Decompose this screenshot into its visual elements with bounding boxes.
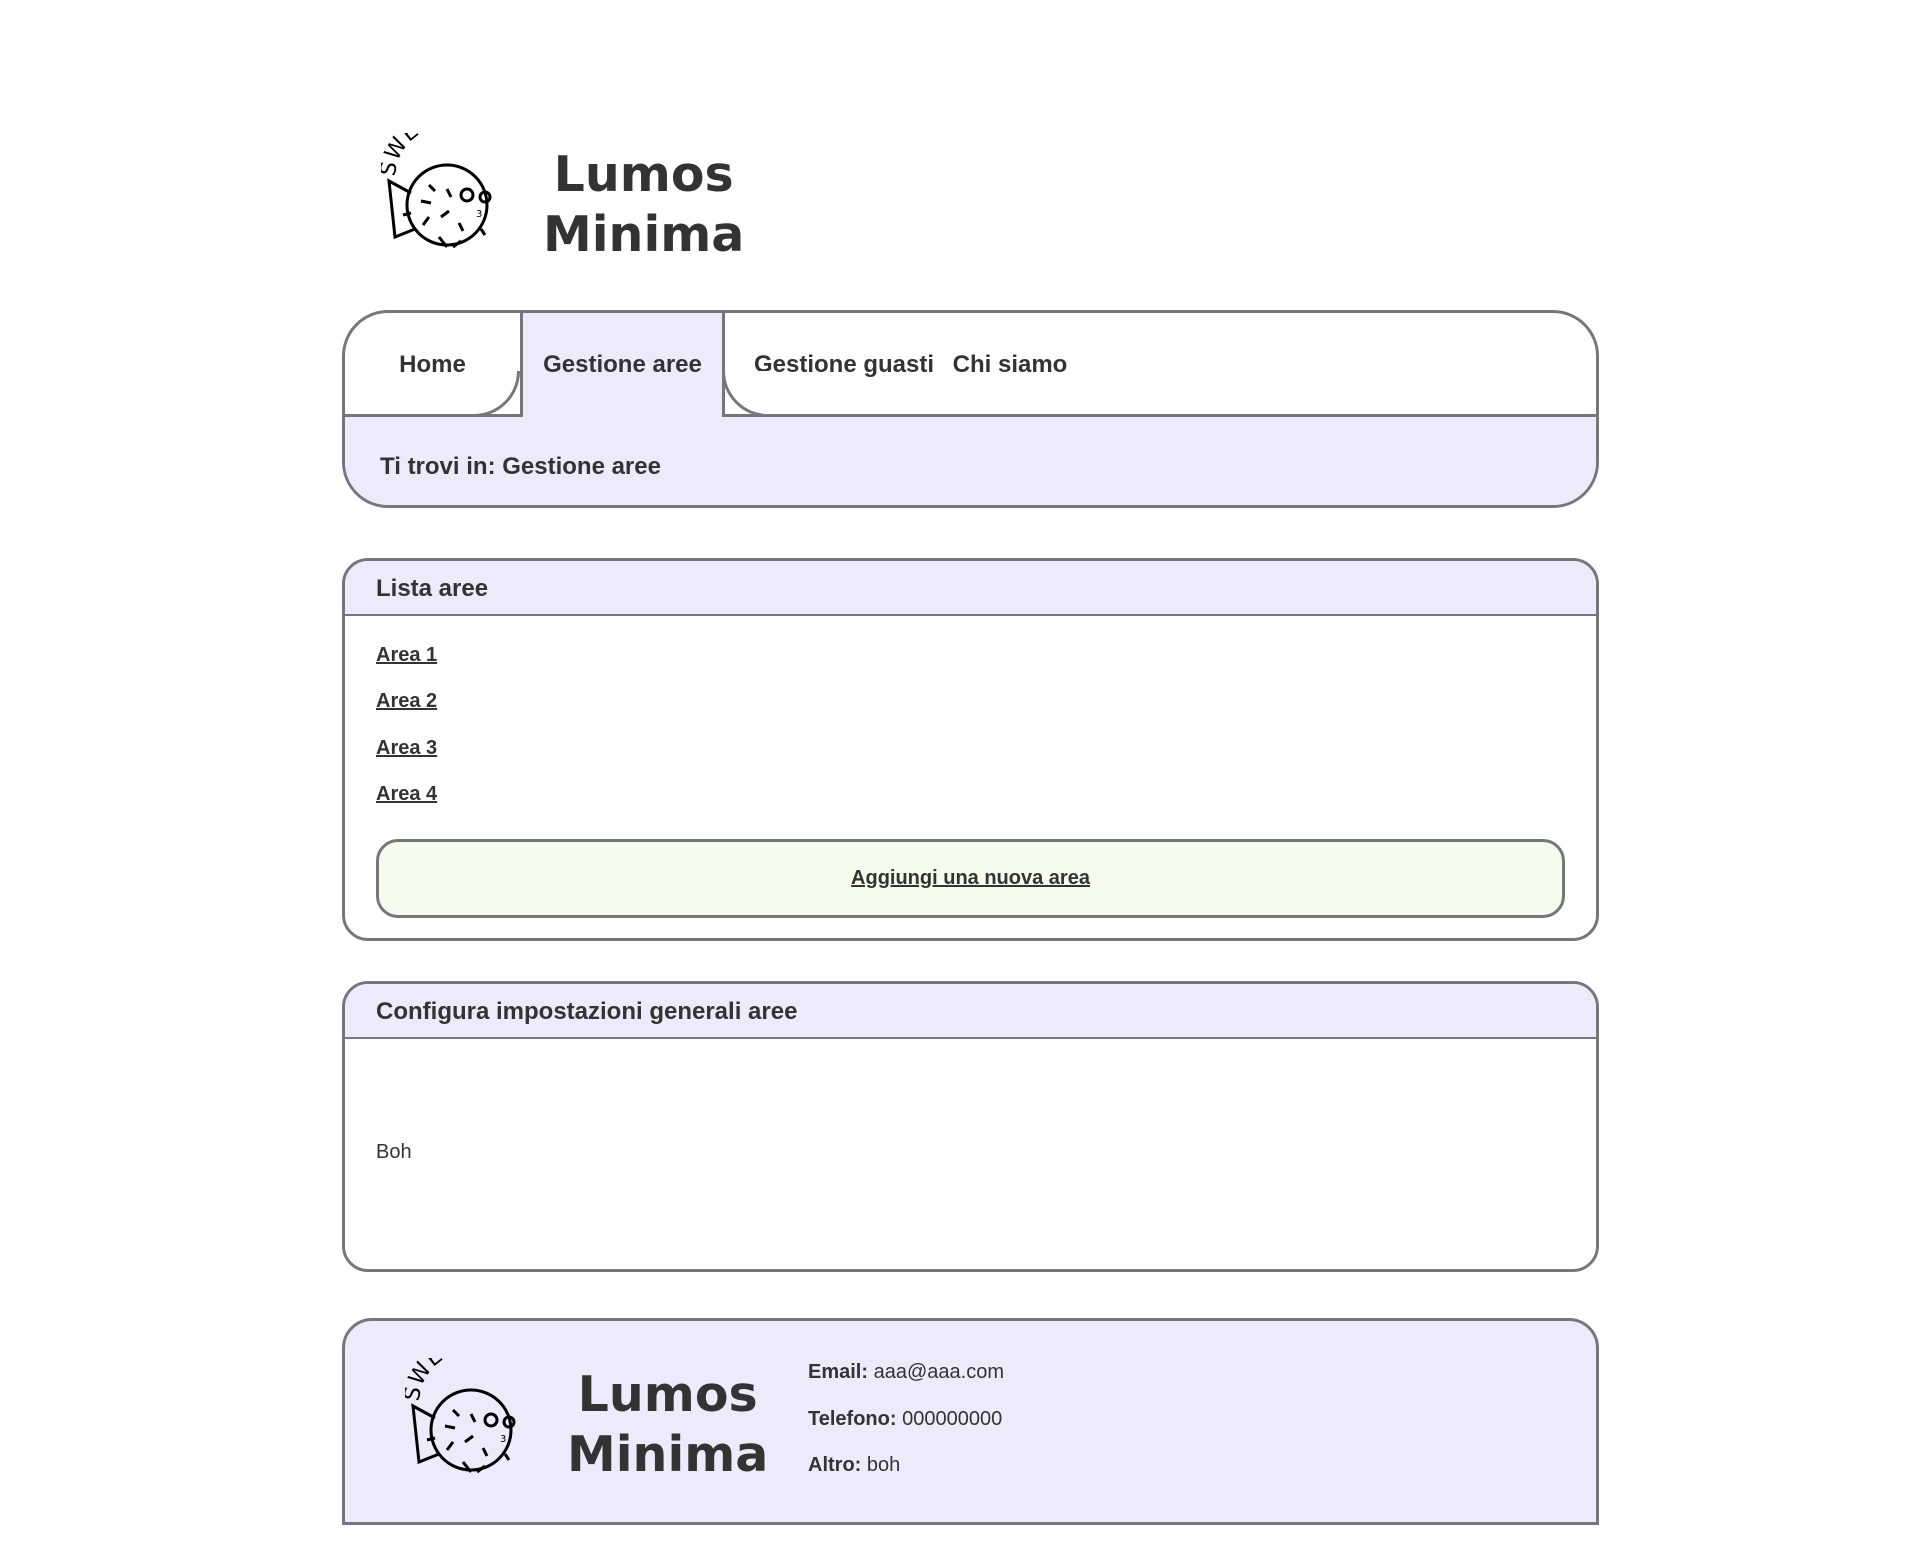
area-link-4[interactable]: Area 4 <box>376 783 437 806</box>
phone-label: Telefono: <box>808 1408 897 1430</box>
other-label: Altro: <box>808 1454 862 1476</box>
email-value: aaa@aaa.com <box>873 1361 1004 1383</box>
breadcrumb-bar: Ti trovi in: Gestione aree <box>345 414 1596 505</box>
footer-other: Altro: boh <box>808 1454 900 1477</box>
footer-email: Email: aaa@aaa.com <box>808 1361 1004 1384</box>
other-value: boh <box>866 1454 901 1476</box>
site-header: SWEFISH 3 Lumos Minima <box>381 133 1081 263</box>
footer-brand-line-2: Minima <box>567 1426 769 1483</box>
site-footer: SWEFISH 3 Lumos Minima Email: aaa@aaa.co… <box>342 1318 1599 1525</box>
config-body-text: Boh <box>376 1141 412 1163</box>
breadcrumb: Ti trovi in: Gestione aree <box>380 453 661 480</box>
tab-corner-right <box>722 371 768 417</box>
nav-tab-bar: Home Gestione aree Gestione guasti Chi s… <box>345 313 1596 417</box>
config-title: Configura impostazioni generali aree <box>345 984 1596 1039</box>
email-label: Email: <box>808 1361 869 1383</box>
area-link-3[interactable]: Area 3 <box>376 737 437 760</box>
area-link-1[interactable]: Area 1 <box>376 644 437 667</box>
swefish-logo-icon: SWEFISH 3 <box>405 1358 516 1474</box>
footer-phone: Telefono: 000000000 <box>808 1408 1002 1431</box>
brand-line-1: Lumos <box>553 146 734 203</box>
svg-text:SWEFISH: SWEFISH <box>405 1358 502 1403</box>
tab-gestione-guasti[interactable]: Gestione guasti <box>745 313 943 417</box>
footer-brand-line-1: Lumos <box>577 1366 758 1423</box>
brand-name: Lumos Minima <box>543 145 744 265</box>
area-link-2[interactable]: Area 2 <box>376 690 437 713</box>
tab-gestione-aree[interactable]: Gestione aree <box>520 313 725 417</box>
lista-aree-title: Lista aree <box>345 561 1596 616</box>
phone-value: 000000000 <box>902 1408 1003 1430</box>
svg-text:3: 3 <box>500 1434 506 1445</box>
footer-brand-name: Lumos Minima <box>567 1365 768 1485</box>
tab-chi-siamo[interactable]: Chi siamo <box>945 313 1075 417</box>
add-area-button[interactable]: Aggiungi una nuova area <box>376 839 1565 918</box>
lista-aree-panel: Lista aree Area 1 Area 2 Area 3 Area 4 A… <box>342 558 1599 941</box>
config-panel: Configura impostazioni generali aree Boh <box>342 981 1599 1272</box>
svg-text:SWEFISH: SWEFISH <box>381 133 478 178</box>
brand-line-2: Minima <box>543 206 745 263</box>
svg-text:3: 3 <box>476 209 482 220</box>
swefish-logo-icon: SWEFISH 3 <box>381 133 492 249</box>
main-navigation: Home Gestione aree Gestione guasti Chi s… <box>342 310 1599 508</box>
